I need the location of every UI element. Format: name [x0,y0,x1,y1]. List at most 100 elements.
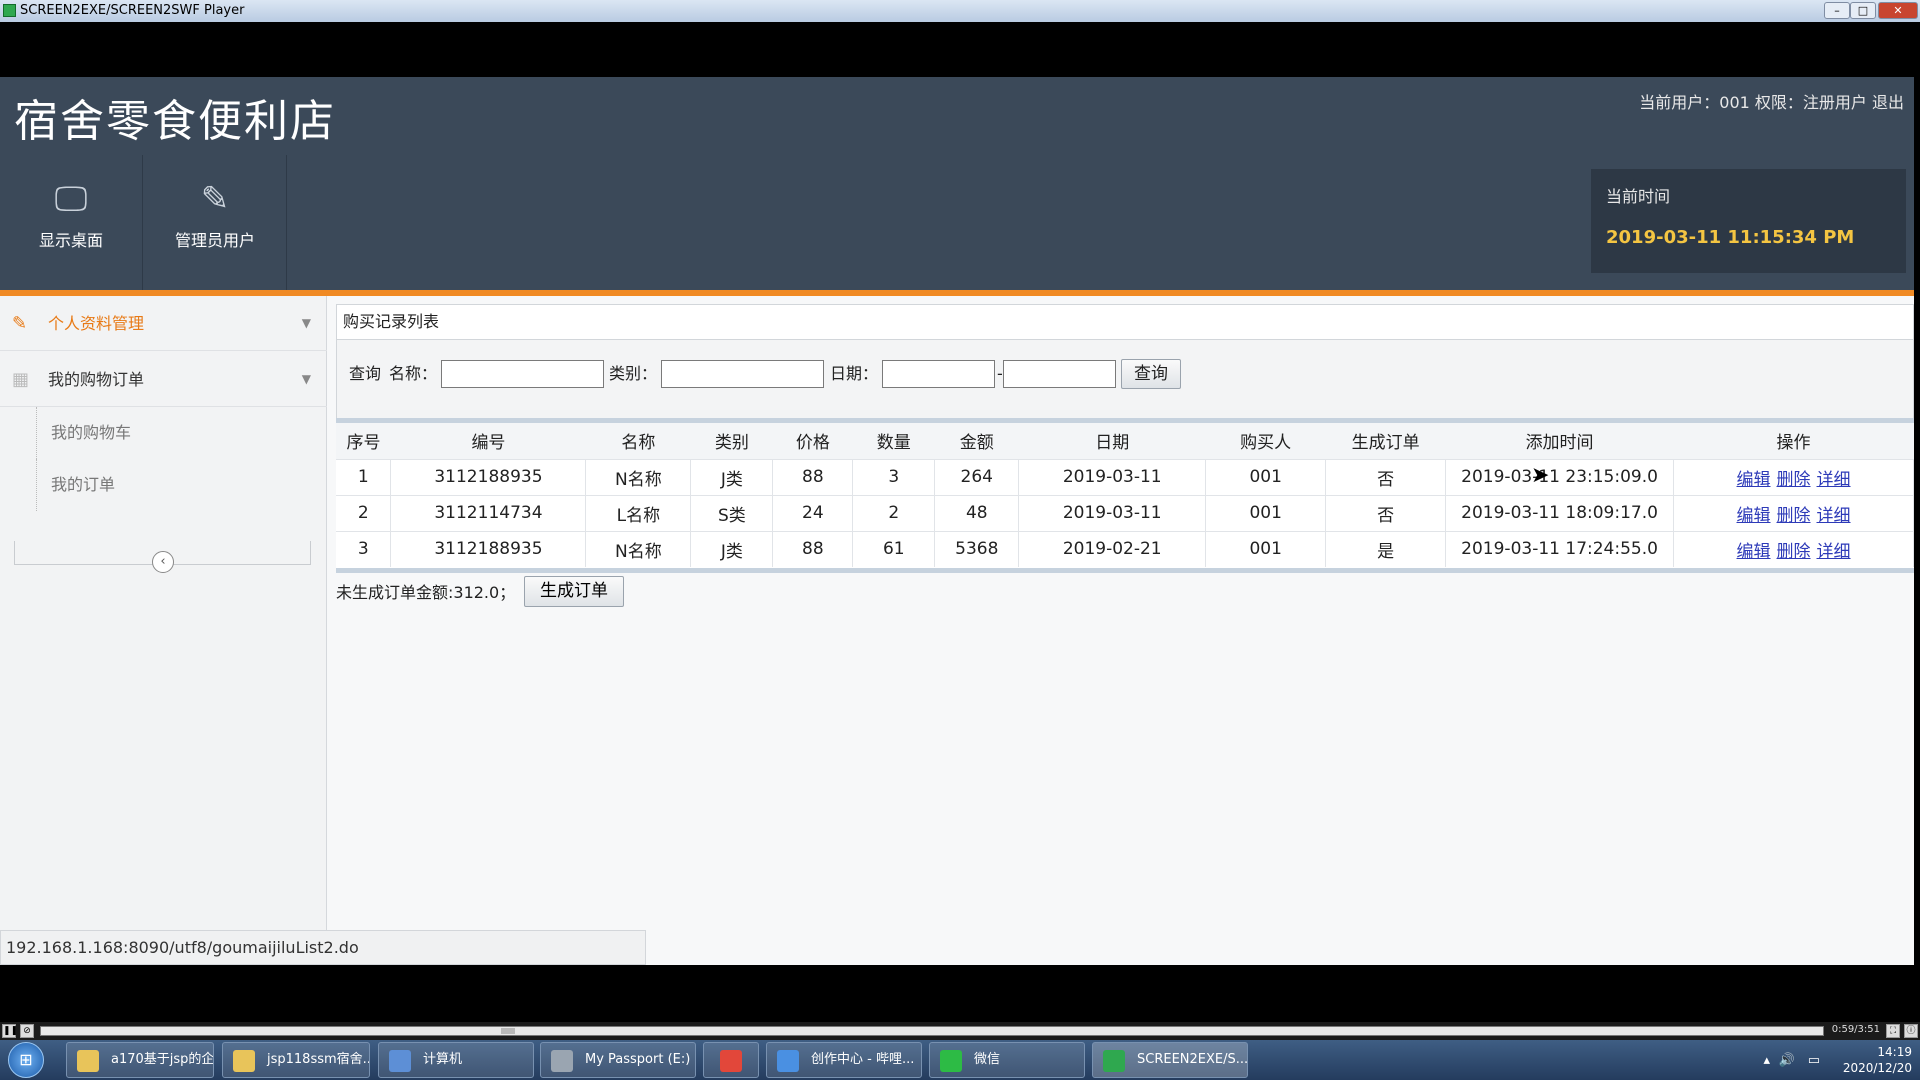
category-input[interactable] [661,360,824,388]
sidebar-subitem-cart[interactable]: 我的购物车 [36,407,131,459]
info-icon[interactable]: ⓘ [1904,1024,1918,1038]
taskbar-item[interactable]: a170基于jsp的企... [66,1042,214,1078]
site-title: 宿舍零食便利店 [14,96,336,147]
column-header: 数量 [852,423,935,459]
clock-time: 14:19 [1877,1045,1912,1059]
minimize-button[interactable]: – [1824,2,1850,19]
tray-expand-icon[interactable]: ▴ [1763,1053,1770,1068]
taskbar-item-label: SCREEN2EXE/S... [1137,1052,1248,1067]
cell-price: 24 [772,494,854,531]
column-header: 操作 [1673,423,1914,459]
fullscreen-icon[interactable]: ⛶ [1886,1024,1900,1038]
date-from-input[interactable] [882,360,995,388]
taskbar-item[interactable]: 微信 [929,1042,1085,1078]
player-title: SCREEN2EXE/SCREEN2SWF Player [20,3,245,18]
cell-code: 3112114734 [390,494,587,531]
column-header: 日期 [1018,423,1206,459]
panel-title: 购买记录列表 [336,304,1914,340]
collapse-sidebar-button[interactable]: ‹ [152,551,174,573]
taskbar-item[interactable]: My Passport (E:) [540,1042,696,1078]
taskbar-item[interactable]: jsp118ssm宿舍... [222,1042,370,1078]
edit-link[interactable]: 编辑 [1737,470,1771,490]
chrome-icon [777,1050,799,1072]
column-header: 类别 [690,423,773,459]
sidebar: ✎ 个人资料管理 ▼ ▦ 我的购物订单 ▼ 我的购物车 我的订单 ‹ [0,296,327,965]
taskbar-item-label: 微信 [974,1052,1001,1067]
player-controls: ❚❚ ⊘ 0:59/3:51 ⛶ ⓘ [0,1022,1920,1040]
cell-name: L名称 [585,494,692,531]
taskbar-item[interactable] [703,1042,759,1078]
delete-link[interactable]: 删除 [1777,542,1811,562]
taskbar-item-label: 创作中心 - 哔哩... [811,1052,915,1067]
detail-link[interactable]: 详细 [1817,542,1851,562]
cell-name: N名称 [585,458,692,495]
cell-category: J类 [690,458,774,495]
cell-amount: 5368 [934,530,1020,567]
cell-buyer: 001 [1205,494,1327,531]
taskbar-item[interactable]: 创作中心 - 哔哩... [766,1042,922,1078]
cell-added-time: 2019-03-11 18:09:17.0 [1445,494,1675,531]
date-to-input[interactable] [1003,360,1116,388]
volume-icon[interactable]: 🔊 [1779,1053,1795,1068]
sidebar-item-label: 个人资料管理 [48,314,145,333]
cell-actions: 编辑 删除 详细 [1673,494,1914,531]
stop-icon[interactable]: ⊘ [20,1024,34,1038]
start-button[interactable]: ⊞ [8,1042,44,1078]
cell-order-generated: 否 [1325,494,1447,531]
delete-link[interactable]: 删除 [1777,470,1811,490]
clock[interactable]: 14:19 2020/12/20 [1843,1044,1912,1076]
name-input[interactable] [441,360,604,388]
edit-link[interactable]: 编辑 [1737,542,1771,562]
wechat-icon [940,1050,962,1072]
column-header: 购买人 [1205,423,1326,459]
taskbar-item[interactable]: 计算机 [378,1042,534,1078]
unordered-amount-summary: 未生成订单金额:312.0； [336,583,516,602]
generate-order-button[interactable]: 生成订单 [524,576,624,607]
network-icon[interactable]: ▭ [1808,1053,1820,1068]
drive-icon [551,1050,573,1072]
taskbar-item-label: jsp118ssm宿舍... [267,1052,370,1067]
delete-link[interactable]: 删除 [1777,506,1811,526]
query-button[interactable]: 查询 [1121,359,1181,389]
cell-added-time: 2019-03-11 17:24:55.0 [1445,530,1675,567]
progress-track[interactable] [40,1026,1824,1036]
current-time-label: 当前时间 [1606,187,1671,206]
cell-index: 1 [336,458,392,495]
cell-category: S类 [690,494,774,531]
column-header: 编号 [390,423,586,459]
player-app-icon [3,4,16,17]
app-icon [720,1050,742,1072]
detail-link[interactable]: 详细 [1817,506,1851,526]
maximize-button[interactable]: □ [1850,2,1876,19]
category-label: 类别： [609,364,658,383]
edit-link[interactable]: 编辑 [1737,506,1771,526]
cell-date: 2019-02-21 [1018,530,1207,567]
query-prefix: 查询 [349,364,382,383]
sidebar-item-orders[interactable]: ▦ 我的购物订单 ▼ [0,352,327,407]
date-label: 日期： [830,364,879,383]
nav-admin-user[interactable]: ✎ 管理员用户 [144,155,287,290]
cell-index: 3 [336,530,392,567]
cell-quantity: 61 [852,530,936,567]
close-button[interactable]: ✕ [1878,2,1918,19]
pause-icon[interactable]: ❚❚ [2,1024,18,1038]
sidebar-subitem-my-orders[interactable]: 我的订单 [36,459,115,511]
sidebar-item-profile[interactable]: ✎ 个人资料管理 ▼ [0,296,327,351]
nav-show-desktop[interactable]: 🖵 显示桌面 [0,155,143,290]
cell-buyer: 001 [1205,458,1327,495]
user-info[interactable]: 当前用户：001 权限：注册用户 退出 [1639,89,1904,113]
table-row: 3 3112188935 N名称 J类 88 61 5368 2019-02-2… [336,530,1914,567]
cell-buyer: 001 [1205,530,1327,567]
cell-code: 3112188935 [390,458,587,495]
taskbar-item-active[interactable]: SCREEN2EXE/S... [1092,1042,1248,1078]
cell-actions: 编辑 删除 详细 [1673,530,1914,567]
chevron-down-icon: ▼ [301,316,311,330]
column-header: 添加时间 [1445,423,1674,459]
progress-thumb[interactable] [501,1028,515,1034]
monitor-icon: 🖵 [54,179,88,219]
computer-icon [389,1050,411,1072]
detail-link[interactable]: 详细 [1817,470,1851,490]
cell-date: 2019-03-11 [1018,494,1207,531]
table-row: 1 3112188935 N名称 J类 88 3 264 2019-03-11 … [336,458,1914,495]
cell-code: 3112188935 [390,530,587,567]
